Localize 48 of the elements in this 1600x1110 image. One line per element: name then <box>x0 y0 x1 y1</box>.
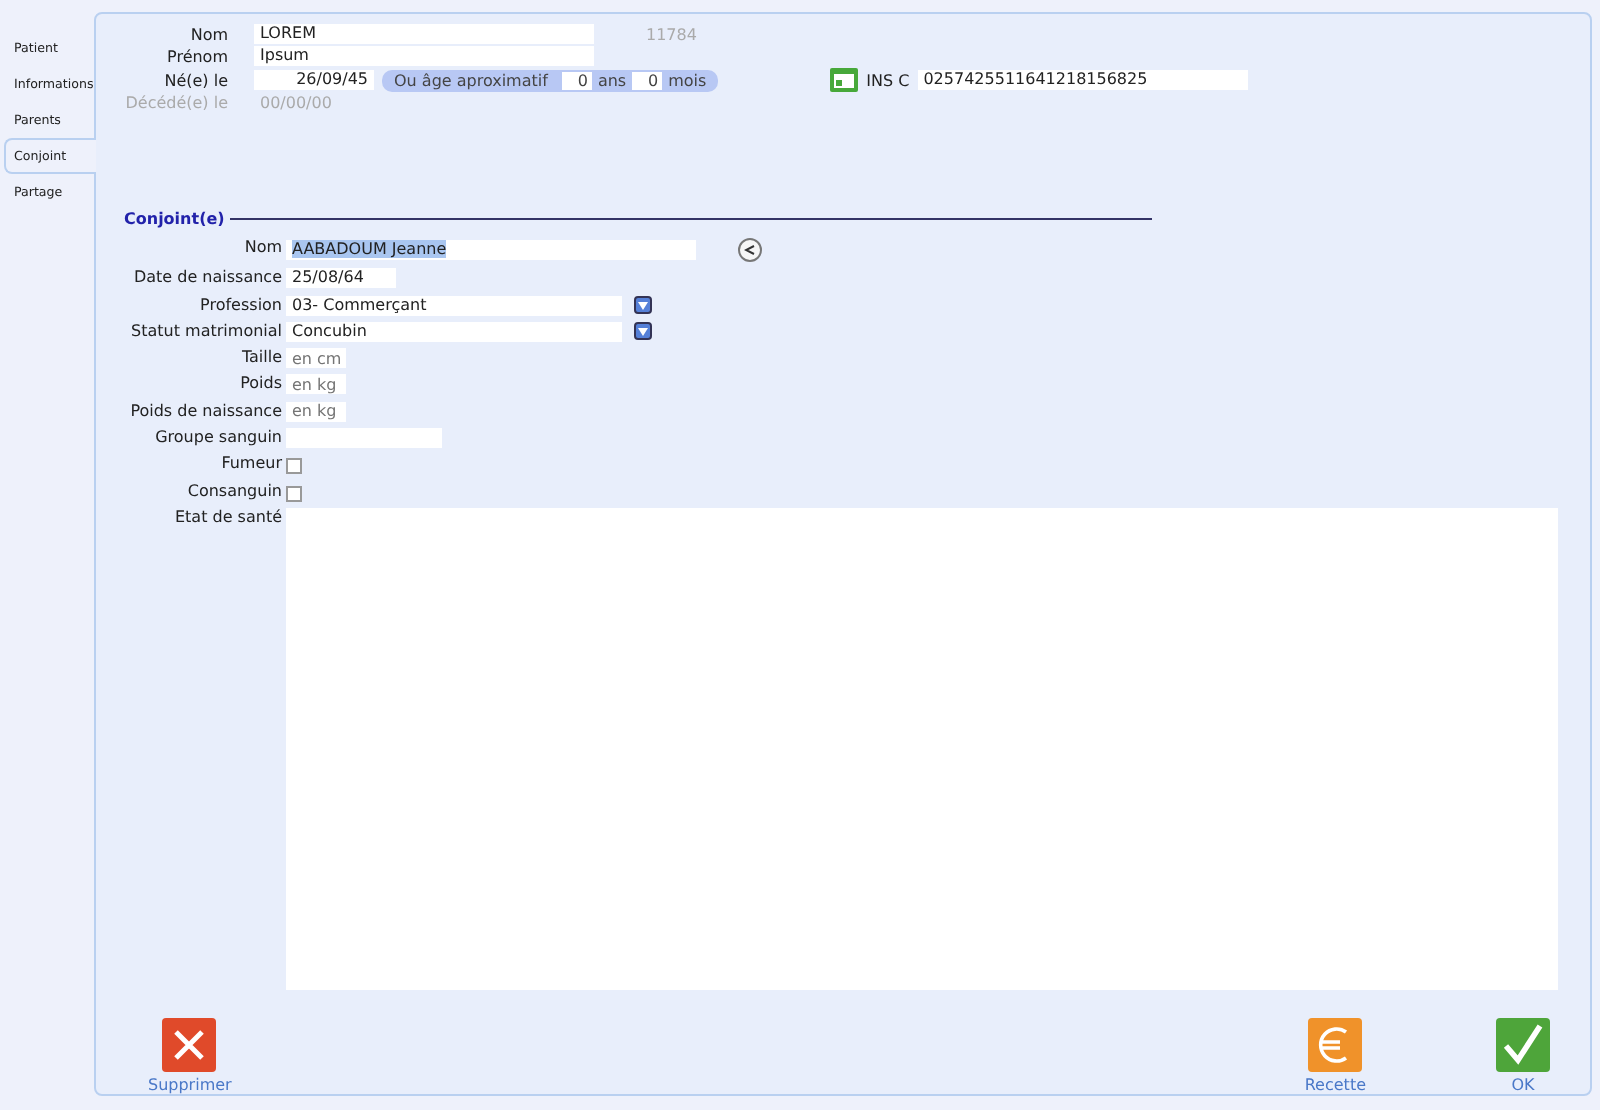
input-field[interactable]: 0 <box>561 71 592 89</box>
field-label: Prénom <box>165 47 228 65</box>
select-field[interactable]: Concubin <box>286 321 622 342</box>
field-label: Etat de santé <box>172 507 282 528</box>
card-icon[interactable] <box>830 68 859 92</box>
field-label: Poids <box>238 374 282 395</box>
field-label: Date de naissance <box>131 268 282 289</box>
input-field[interactable]: en kg <box>286 401 346 422</box>
input-field[interactable]: en kg <box>286 374 346 395</box>
date-value: 00/00/00 <box>258 94 334 112</box>
ins-field[interactable]: 0257425511641218156825 <box>917 70 1248 90</box>
field-label: Ou âge aproximatif <box>394 71 548 89</box>
field-label: Profession <box>198 295 282 316</box>
text-field[interactable]: Ipsum <box>254 46 594 66</box>
unit-label: mois <box>668 71 707 89</box>
checkbox[interactable] <box>286 458 302 475</box>
checkbox[interactable] <box>286 485 302 502</box>
euro-icon <box>1308 1017 1363 1072</box>
field-label: Consanguin <box>185 481 282 502</box>
unit-label: ans <box>597 71 627 89</box>
back-button[interactable] <box>738 238 762 262</box>
field-label: Taille <box>239 348 282 369</box>
field-label: Fumeur <box>219 454 282 475</box>
checkmark-icon <box>1496 1017 1550 1072</box>
input-field[interactable]: en cm <box>286 348 346 369</box>
text-field[interactable]: AABADOUM Jeanne <box>286 240 696 260</box>
delete-icon <box>162 1017 217 1072</box>
text-field[interactable]: LOREM <box>254 24 594 44</box>
dropdown-button[interactable] <box>634 322 652 341</box>
chevron-icon <box>744 244 756 256</box>
date-field[interactable]: 25/08/64 <box>286 268 396 289</box>
field-label: Nom <box>242 238 282 258</box>
patient-id: 11784 <box>646 25 697 43</box>
field-label: Groupe sanguin <box>153 428 282 449</box>
field-label: Nom <box>188 25 228 43</box>
delete-button[interactable]: Supprimer <box>148 1017 232 1094</box>
input-field[interactable]: 0 <box>632 71 663 89</box>
field-label: Poids de naissance <box>128 401 282 422</box>
receipt-button[interactable]: Recette <box>1304 1017 1366 1094</box>
dropdown-button[interactable] <box>634 296 652 315</box>
section-title: Conjoint(e) <box>124 210 225 228</box>
field-label: Né(e) le <box>162 71 228 89</box>
field-label: Décédé(e) le <box>124 94 228 112</box>
date-field[interactable]: 26/09/45 <box>254 70 374 90</box>
field-label: INS C <box>866 71 910 89</box>
select-field[interactable]: 03- Commerçant <box>286 295 622 316</box>
ok-button[interactable]: OK <box>1496 1017 1550 1094</box>
field-label: Statut matrimonial <box>129 321 282 342</box>
